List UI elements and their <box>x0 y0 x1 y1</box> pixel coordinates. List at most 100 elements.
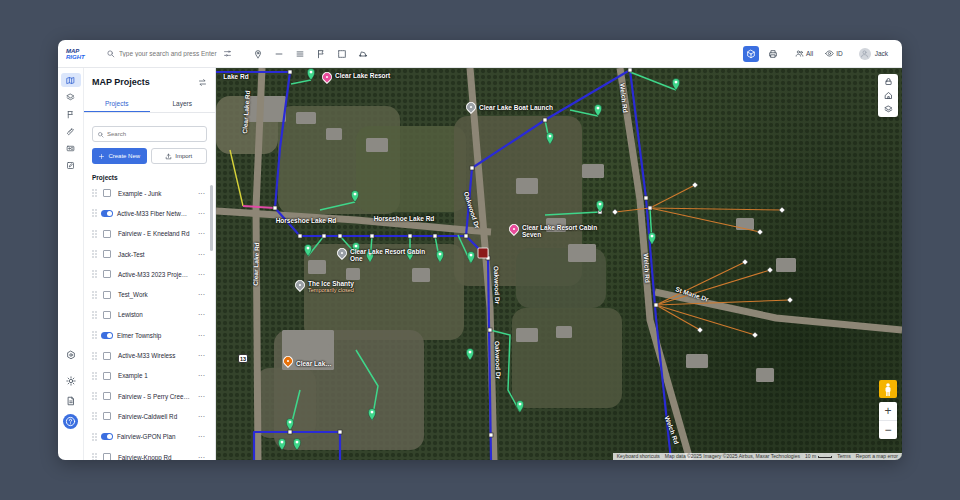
poi-label[interactable]: Clear Lake Resort Cabin Seven <box>522 224 602 239</box>
more-menu[interactable]: ··· <box>198 271 207 278</box>
poi-label[interactable]: Clear Lake Resort Cabin One <box>350 248 430 263</box>
network-node[interactable] <box>648 206 652 210</box>
search-bar[interactable] <box>106 49 232 58</box>
project-row[interactable]: Active-M33 Fiber Netw…··· <box>92 203 207 223</box>
service-pin[interactable] <box>351 190 358 202</box>
service-pin[interactable] <box>304 244 311 256</box>
drag-handle-icon[interactable] <box>92 250 97 258</box>
fiber-route-line[interactable] <box>254 432 340 460</box>
logo[interactable]: MAPRIGHT <box>58 48 100 60</box>
attribution-text[interactable]: Report a map error <box>856 453 898 460</box>
poi-label[interactable]: Clear Lake Resort <box>335 72 390 79</box>
drop-node[interactable] <box>757 229 763 235</box>
import-button[interactable]: Import <box>151 148 208 164</box>
network-node[interactable] <box>322 234 326 238</box>
network-node[interactable] <box>464 234 468 238</box>
home-icon[interactable] <box>884 91 893 100</box>
feeder-line[interactable] <box>230 150 243 206</box>
visibility-toggle[interactable] <box>101 332 113 339</box>
drag-handle-icon[interactable] <box>92 270 97 278</box>
poi-label[interactable]: Clear Lak… <box>296 360 332 367</box>
rail-item[interactable] <box>61 73 81 87</box>
attribution-text[interactable]: Keyboard shortcuts <box>617 453 660 460</box>
more-menu[interactable]: ··· <box>198 230 207 237</box>
more-menu[interactable]: ··· <box>198 311 207 318</box>
drag-handle-icon[interactable] <box>92 311 97 319</box>
service-pin[interactable] <box>307 68 314 80</box>
rail-item[interactable] <box>66 394 76 408</box>
drag-handle-icon[interactable] <box>92 209 97 217</box>
fiber-route-line[interactable] <box>466 70 630 236</box>
more-menu[interactable]: ··· <box>198 352 207 359</box>
service-line[interactable] <box>545 212 600 215</box>
service-pin[interactable] <box>594 104 601 116</box>
drag-handle-icon[interactable] <box>92 352 97 360</box>
project-row[interactable]: Elmer Township··· <box>92 325 207 345</box>
service-pin[interactable] <box>672 78 679 90</box>
pin-icon[interactable] <box>253 49 263 59</box>
rail-item[interactable] <box>66 374 76 388</box>
feeder-line[interactable] <box>243 206 275 208</box>
service-line[interactable] <box>291 80 311 84</box>
layers-icon[interactable] <box>884 105 893 114</box>
create-new-button[interactable]: Create New <box>92 148 147 164</box>
drop-line[interactable] <box>656 300 790 305</box>
more-menu[interactable]: ··· <box>198 190 207 197</box>
visibility-checkbox[interactable] <box>103 230 111 238</box>
map-canvas[interactable]: Clear Lake ResortClear Lake Boat LaunchC… <box>216 68 902 460</box>
network-node[interactable] <box>644 196 648 200</box>
poi-pin[interactable] <box>320 70 334 84</box>
drop-line[interactable] <box>650 208 760 232</box>
rail-item[interactable] <box>66 348 76 362</box>
drag-handle-icon[interactable] <box>92 189 97 197</box>
attribution-text[interactable]: 10 m <box>805 453 816 460</box>
network-node[interactable] <box>288 70 292 74</box>
service-line[interactable] <box>490 330 520 412</box>
line-icon[interactable] <box>274 49 284 59</box>
project-row[interactable]: Fairview-Knopp Rd··· <box>92 447 207 460</box>
network-node[interactable] <box>288 430 292 434</box>
network-node[interactable] <box>543 118 547 122</box>
drag-handle-icon[interactable] <box>92 331 97 339</box>
drop-line[interactable] <box>615 208 650 212</box>
more-menu[interactable]: ··· <box>198 393 207 400</box>
visibility-checkbox[interactable] <box>103 189 111 197</box>
network-node[interactable] <box>338 234 342 238</box>
drag-handle-icon[interactable] <box>92 291 97 299</box>
visibility-checkbox[interactable] <box>103 352 111 360</box>
visibility-toggle[interactable] <box>101 210 113 217</box>
drop-node[interactable] <box>752 332 758 338</box>
service-line[interactable] <box>570 110 598 116</box>
visibility-checkbox[interactable] <box>103 250 111 258</box>
help-button[interactable] <box>63 414 78 429</box>
network-node[interactable] <box>433 234 437 238</box>
drop-line[interactable] <box>656 270 770 305</box>
drop-node[interactable] <box>612 209 618 215</box>
service-pin[interactable] <box>286 418 293 430</box>
service-pin[interactable] <box>293 438 300 450</box>
network-node[interactable] <box>470 166 474 170</box>
user-menu[interactable]: Jack <box>859 48 888 60</box>
filter-button[interactable]: ID <box>823 49 845 58</box>
fiber-route-line[interactable] <box>216 72 466 236</box>
service-pin[interactable] <box>516 400 523 412</box>
drop-line[interactable] <box>656 262 745 305</box>
flag-icon[interactable] <box>316 49 326 59</box>
more-menu[interactable]: ··· <box>198 413 207 420</box>
rail-item[interactable] <box>61 124 81 138</box>
tab[interactable]: Layers <box>150 96 216 112</box>
drag-handle-icon[interactable] <box>92 392 97 400</box>
equipment-marker[interactable] <box>478 248 488 258</box>
zoom-out-button[interactable]: − <box>879 421 897 439</box>
visibility-checkbox[interactable] <box>103 372 111 380</box>
polygon-icon[interactable] <box>358 49 368 59</box>
visibility-checkbox[interactable] <box>103 392 111 400</box>
drop-node[interactable] <box>742 259 748 265</box>
project-row[interactable]: Fairview-Caldwell Rd··· <box>92 406 207 426</box>
more-menu[interactable]: ··· <box>198 332 207 339</box>
service-pin[interactable] <box>546 132 553 144</box>
network-node[interactable] <box>298 234 302 238</box>
search-input[interactable] <box>119 50 221 57</box>
network-node[interactable] <box>489 433 493 437</box>
rail-item[interactable] <box>61 90 81 104</box>
